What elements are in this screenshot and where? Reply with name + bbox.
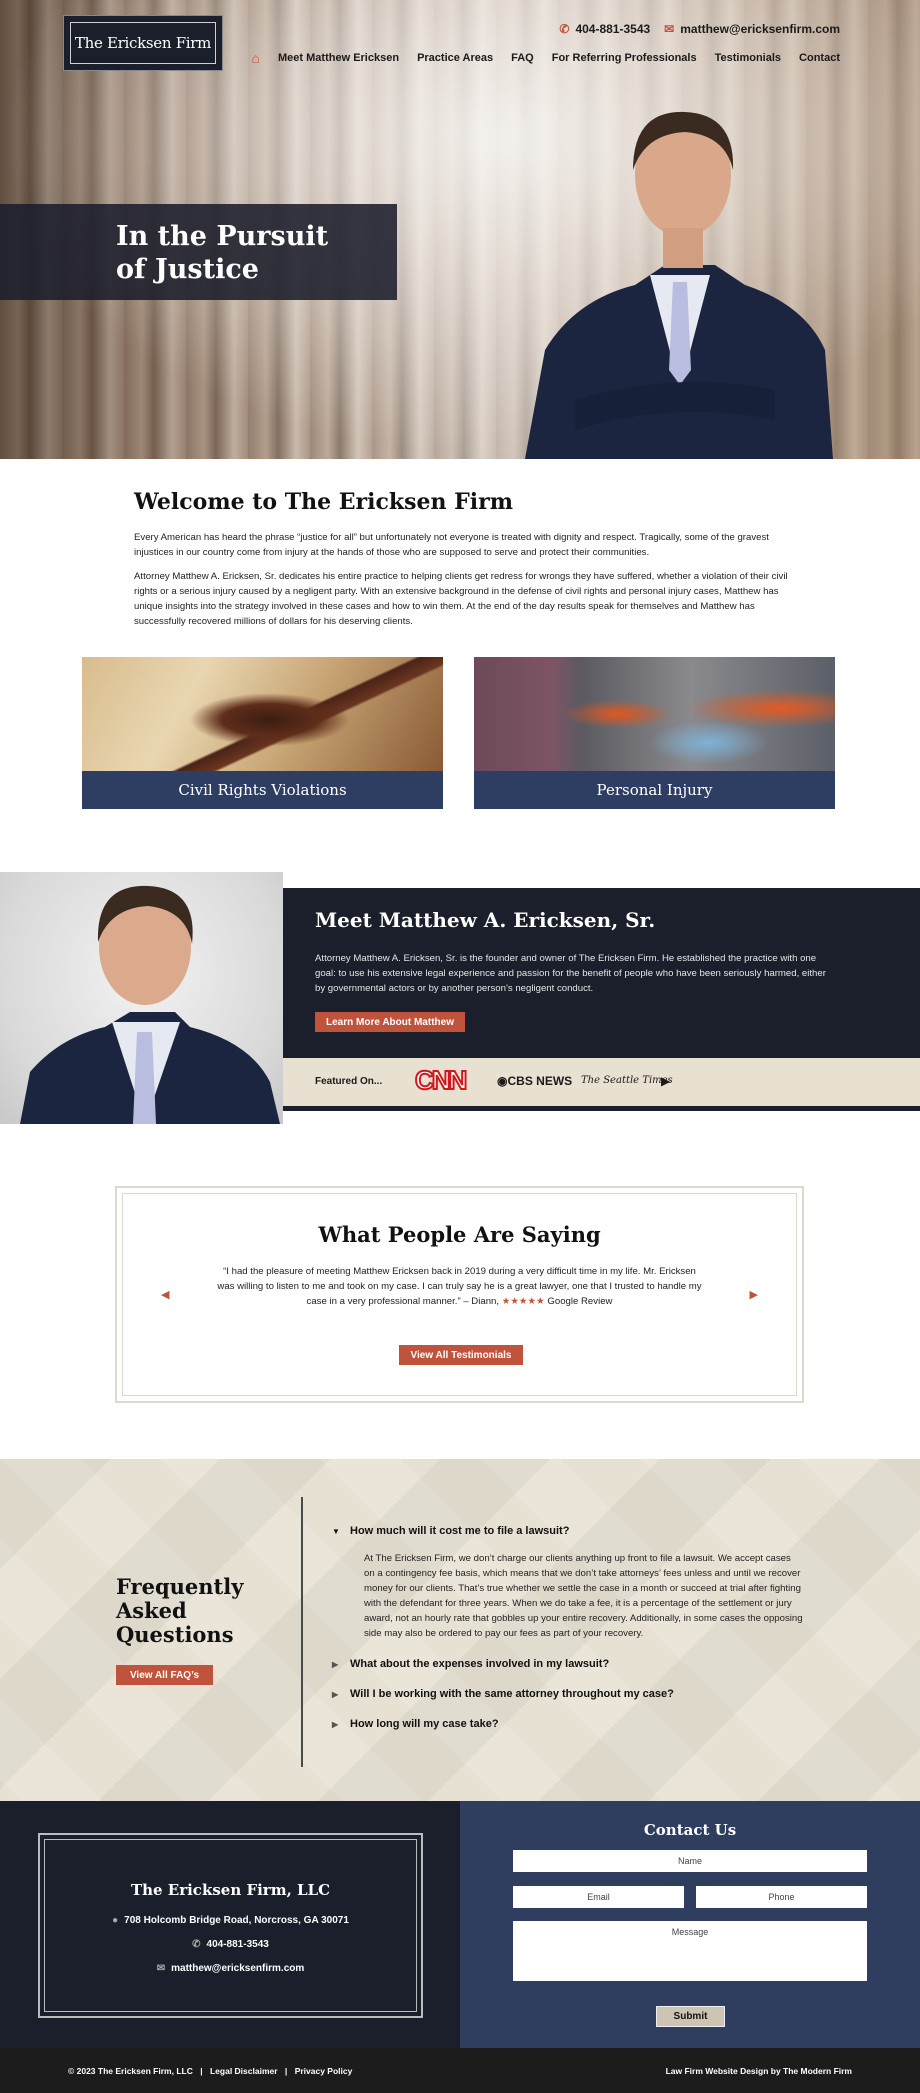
seattle-times-logo: The Seattle Times xyxy=(581,1075,673,1086)
learn-more-button[interactable]: Learn More About Matthew xyxy=(315,1012,465,1032)
nav-faq[interactable]: FAQ xyxy=(511,52,534,64)
header-phone-link[interactable]: ✆ 404-881-3543 xyxy=(559,22,650,36)
hero-section: The Ericksen Firm ✆ 404-881-3543 ✉ matth… xyxy=(0,0,920,459)
submit-button[interactable]: Submit xyxy=(656,2006,725,2027)
attorney-portrait-illustration xyxy=(20,885,280,1124)
separator: | xyxy=(200,2066,203,2076)
main-nav: ⌂ Meet Matthew Ericksen Practice Areas F… xyxy=(252,50,840,66)
testimonials-section: What People Are Saying ◀ “I had the plea… xyxy=(115,1186,804,1403)
faq-question[interactable]: ▼ How much will it cost me to file a law… xyxy=(332,1525,569,1539)
cbs-eye-icon: ◉ xyxy=(497,1074,508,1088)
privacy-policy-link[interactable]: Privacy Policy xyxy=(295,2066,353,2076)
hero-banner: In the Pursuit of Justice xyxy=(0,204,397,300)
cnn-logo: CNN xyxy=(414,1064,468,1096)
nav-meet-matthew[interactable]: Meet Matthew Ericksen xyxy=(278,52,399,64)
header-email-link[interactable]: ✉ matthew@ericksenfirm.com xyxy=(664,22,840,36)
welcome-paragraph: Every American has heard the phrase “jus… xyxy=(134,532,769,558)
view-all-faqs-button[interactable]: View All FAQ’s xyxy=(116,1665,213,1685)
faq-question[interactable]: ▶ What about the expenses involved in my… xyxy=(332,1658,609,1672)
nav-contact[interactable]: Contact xyxy=(799,52,840,64)
practice-area-cards: Civil Rights Violations Personal Injury xyxy=(82,657,835,809)
separator: | xyxy=(284,2066,288,2076)
design-credit-link[interactable]: Law Firm Website Design by The Modern Fi… xyxy=(666,2066,852,2076)
envelope-icon: ✉ xyxy=(156,1963,166,1974)
footer-contact-info: The Ericksen Firm, LLC ● 708 Holcomb Brid… xyxy=(0,1801,460,2048)
legal-disclaimer-link[interactable]: Legal Disclaimer xyxy=(210,2066,278,2076)
site-logo[interactable]: The Ericksen Firm xyxy=(63,15,223,71)
practice-card-personal-injury[interactable]: Personal Injury xyxy=(474,657,835,809)
message-field[interactable] xyxy=(513,1921,867,1981)
featured-label: Featured On... xyxy=(315,1076,383,1087)
star-rating: ★★★★★ xyxy=(501,1296,545,1307)
practice-card-label: Personal Injury xyxy=(474,771,835,809)
prev-arrow-icon[interactable]: ◀ xyxy=(161,1288,169,1301)
paramedics-image xyxy=(474,657,835,771)
meet-body: Attorney Matthew A. Ericksen, Sr. is the… xyxy=(315,953,826,994)
faq-question[interactable]: ▶ Will I be working with the same attorn… xyxy=(332,1688,674,1702)
welcome-title: Welcome to The Ericksen Firm xyxy=(134,489,514,515)
phone-field[interactable] xyxy=(696,1886,867,1908)
top-contact-bar: ✆ 404-881-3543 ✉ matthew@ericksenfirm.co… xyxy=(559,22,840,36)
contact-form-section: Contact Us Submit xyxy=(460,1801,920,2048)
nav-referring-professionals[interactable]: For Referring Professionals xyxy=(552,52,697,64)
meet-attorney-section: Meet Matthew A. Ericksen, Sr. Attorney M… xyxy=(283,888,920,1058)
attorney-portrait xyxy=(0,872,283,1124)
caret-right-icon: ▶ xyxy=(332,1660,339,1669)
name-field[interactable] xyxy=(513,1850,867,1872)
cbs-news-logo: ◉CBS NEWS xyxy=(497,1074,573,1088)
play-arrow-icon[interactable]: ▶ xyxy=(661,1074,670,1088)
bottom-bar: © 2023 The Ericksen Firm, LLC | Legal Di… xyxy=(0,2048,920,2093)
practice-card-label: Civil Rights Violations xyxy=(82,771,443,809)
home-icon[interactable]: ⌂ xyxy=(252,50,260,66)
phone-icon: ✆ xyxy=(192,1939,201,1950)
contact-title: Contact Us xyxy=(643,1821,737,1839)
footer-info-box: The Ericksen Firm, LLC ● 708 Holcomb Brid… xyxy=(38,1833,423,2018)
nav-testimonials[interactable]: Testimonials xyxy=(715,52,781,64)
footer-address: ● 708 Holcomb Bridge Road, Norcross, GA 3… xyxy=(112,1915,349,1926)
nav-practice-areas[interactable]: Practice Areas xyxy=(417,52,493,64)
attorney-hero-photo xyxy=(525,111,833,459)
caret-down-icon: ▼ xyxy=(332,1527,340,1536)
faq-divider xyxy=(301,1497,303,1767)
envelope-icon: ✉ xyxy=(664,22,675,36)
faq-section: Frequently Asked Questions View All FAQ’… xyxy=(0,1459,920,1801)
legal-links: © 2023 The Ericksen Firm, LLC | Legal Di… xyxy=(68,2066,352,2076)
testimonial-quote: “I had the pleasure of meeting Matthew E… xyxy=(217,1266,702,1307)
view-testimonials-button[interactable]: View All Testimonials xyxy=(399,1345,523,1365)
hero-headline: In the Pursuit of Justice xyxy=(116,221,329,285)
faq-answer: At The Ericksen Firm, we don’t charge ou… xyxy=(364,1553,803,1639)
testimonials-title: What People Are Saying xyxy=(318,1222,601,1247)
featured-on-bar: Featured On... CNN ◉CBS NEWS The Seattle… xyxy=(283,1058,920,1111)
copyright: © 2023 The Ericksen Firm, LLC xyxy=(68,2066,193,2076)
practice-card-civil-rights[interactable]: Civil Rights Violations xyxy=(82,657,443,809)
map-pin-icon: ● xyxy=(112,1915,119,1926)
footer-firm-name: The Ericksen Firm, LLC xyxy=(130,1881,331,1899)
welcome-paragraph: Attorney Matthew A. Ericksen, Sr. dedica… xyxy=(134,571,788,627)
footer-phone-link[interactable]: ✆ 404-881-3543 xyxy=(40,1939,421,1950)
phone-icon: ✆ xyxy=(559,22,570,36)
footer-email-link[interactable]: ✉ matthew@ericksenfirm.com xyxy=(40,1963,421,1974)
email-field[interactable] xyxy=(513,1886,684,1908)
gavel-image xyxy=(82,657,443,771)
faq-question[interactable]: ▶ How long will my case take? xyxy=(332,1718,499,1732)
meet-title: Meet Matthew A. Ericksen, Sr. xyxy=(315,908,656,932)
caret-right-icon: ▶ xyxy=(332,1720,339,1729)
faq-title: Frequently Asked Questions xyxy=(116,1574,244,1647)
caret-right-icon: ▶ xyxy=(332,1690,339,1699)
next-arrow-icon[interactable]: ▶ xyxy=(750,1288,758,1301)
